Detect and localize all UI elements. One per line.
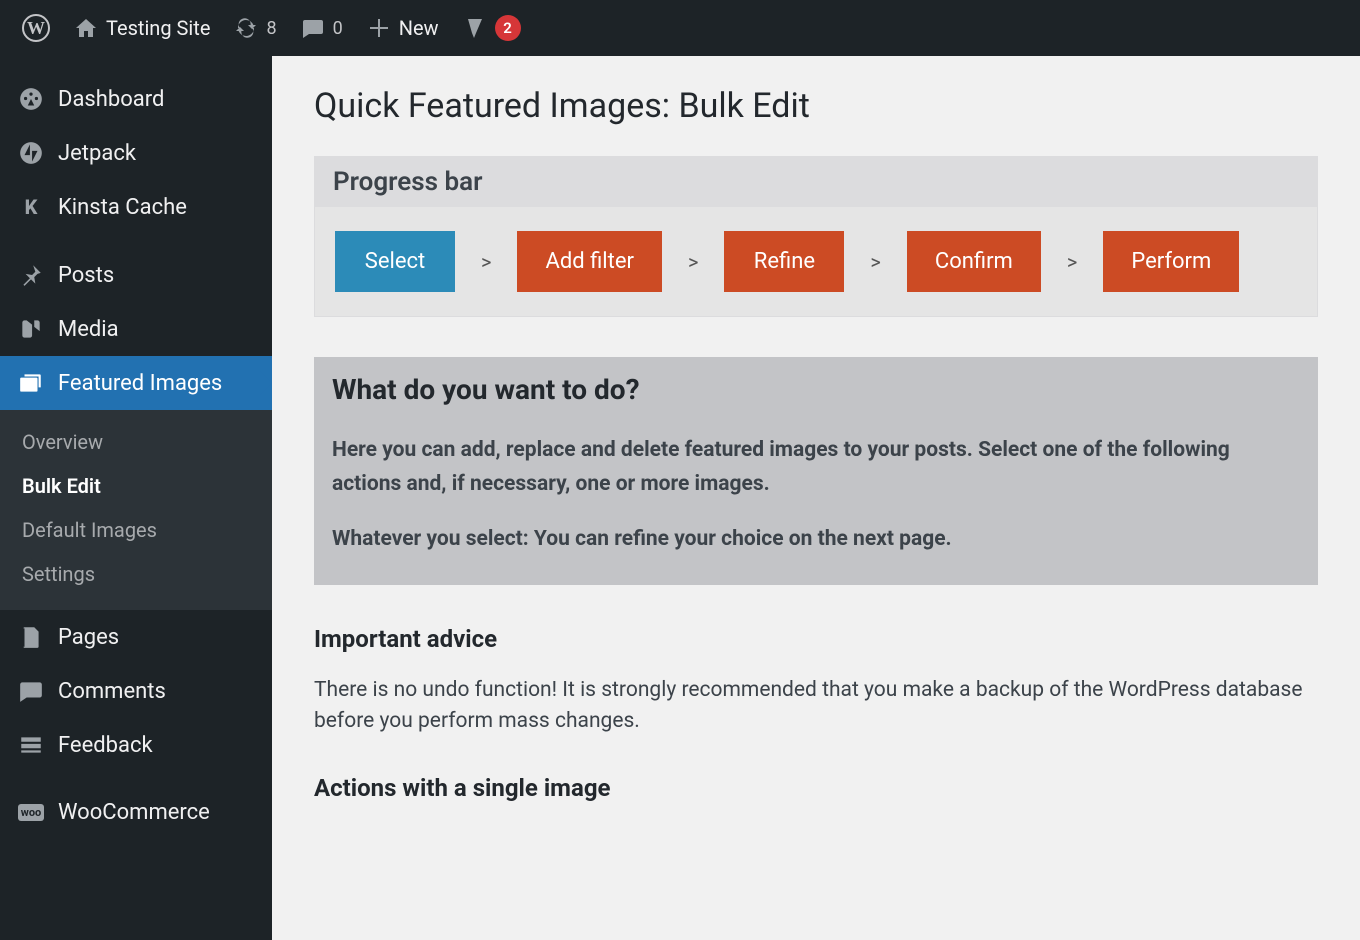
sidebar-item-comments[interactable]: Comments: [0, 664, 272, 718]
updates-menu[interactable]: 8: [222, 0, 288, 56]
intro-text-2: Whatever you select: You can refine your…: [332, 523, 1300, 557]
updates-count: 8: [266, 18, 276, 39]
sidebar-item-label: Jetpack: [58, 141, 136, 166]
yoast-badge: 2: [495, 15, 521, 41]
step-confirm[interactable]: Confirm: [907, 231, 1041, 292]
progress-steps: Select > Add filter > Refine > Confirm >…: [335, 231, 1317, 292]
site-name-label: Testing Site: [106, 16, 210, 40]
dashboard-icon: [18, 86, 44, 112]
yoast-icon: [463, 16, 487, 40]
sidebar-item-pages[interactable]: Pages: [0, 610, 272, 664]
comments-count: 0: [333, 18, 343, 39]
main-content: Quick Featured Images: Bulk Edit Progres…: [272, 56, 1360, 940]
sidebar-item-label: Media: [58, 317, 119, 342]
advice-section: Important advice There is no undo functi…: [314, 625, 1318, 738]
sidebar-item-kinsta[interactable]: K Kinsta Cache: [0, 180, 272, 234]
intro-text-1: Here you can add, replace and delete fea…: [332, 434, 1300, 501]
sidebar-item-feedback[interactable]: Feedback: [0, 718, 272, 772]
jetpack-icon: [18, 140, 44, 166]
sidebar-item-woocommerce[interactable]: woo WooCommerce: [0, 786, 272, 839]
actions-single-section: Actions with a single image: [314, 774, 1318, 802]
sidebar-item-label: Featured Images: [58, 371, 222, 396]
admin-toolbar: W Testing Site 8 0 New 2: [0, 0, 1360, 56]
kinsta-icon: K: [18, 194, 44, 220]
sidebar-item-posts[interactable]: Posts: [0, 248, 272, 302]
comment-icon: [301, 16, 325, 40]
submenu-overview[interactable]: Overview: [0, 420, 272, 464]
advice-text: There is no undo function! It is strongl…: [314, 675, 1318, 738]
sidebar-item-label: Posts: [58, 263, 114, 288]
sidebar-item-dashboard[interactable]: Dashboard: [0, 72, 272, 126]
step-add-filter[interactable]: Add filter: [517, 231, 661, 292]
woocommerce-icon: woo: [18, 804, 44, 821]
comments-icon: [18, 678, 44, 704]
submenu-default-images[interactable]: Default Images: [0, 508, 272, 552]
page-title: Quick Featured Images: Bulk Edit: [314, 86, 1318, 126]
intro-panel: What do you want to do? Here you can add…: [314, 357, 1318, 585]
sidebar-item-jetpack[interactable]: Jetpack: [0, 126, 272, 180]
admin-sidebar: Dashboard Jetpack K Kinsta Cache Posts M…: [0, 56, 272, 940]
actions-single-heading: Actions with a single image: [314, 774, 1318, 802]
sidebar-item-featured-images[interactable]: Featured Images: [0, 356, 272, 410]
sidebar-item-label: Pages: [58, 625, 119, 650]
step-separator: >: [1041, 250, 1103, 274]
advice-heading: Important advice: [314, 625, 1318, 653]
media-icon: [18, 316, 44, 342]
pin-icon: [18, 262, 44, 288]
sidebar-item-label: Comments: [58, 679, 166, 704]
images-icon: [18, 370, 44, 396]
home-icon: [74, 16, 98, 40]
wordpress-icon: W: [22, 14, 50, 42]
site-name-menu[interactable]: Testing Site: [62, 0, 222, 56]
step-select[interactable]: Select: [335, 231, 455, 292]
new-content-menu[interactable]: New: [355, 0, 451, 56]
wp-logo-menu[interactable]: W: [10, 0, 62, 56]
step-refine[interactable]: Refine: [724, 231, 844, 292]
step-separator: >: [662, 250, 724, 274]
intro-heading: What do you want to do?: [332, 373, 1300, 406]
submenu-settings[interactable]: Settings: [0, 552, 272, 596]
comments-menu[interactable]: 0: [289, 0, 355, 56]
submenu-bulk-edit[interactable]: Bulk Edit: [0, 464, 272, 508]
new-label: New: [399, 16, 439, 40]
sidebar-item-label: Dashboard: [58, 87, 164, 112]
step-separator: >: [455, 250, 517, 274]
sidebar-item-label: WooCommerce: [58, 800, 210, 825]
sidebar-item-label: Kinsta Cache: [58, 195, 187, 220]
update-icon: [234, 16, 258, 40]
sidebar-item-label: Feedback: [58, 733, 153, 758]
pages-icon: [18, 624, 44, 650]
step-separator: >: [844, 250, 906, 274]
sidebar-submenu: Overview Bulk Edit Default Images Settin…: [0, 410, 272, 610]
feedback-icon: [18, 732, 44, 758]
progress-panel-header: Progress bar: [315, 157, 1317, 207]
plus-icon: [367, 16, 391, 40]
step-perform[interactable]: Perform: [1103, 231, 1239, 292]
yoast-menu[interactable]: 2: [451, 0, 533, 56]
sidebar-item-media[interactable]: Media: [0, 302, 272, 356]
progress-panel: Progress bar Select > Add filter > Refin…: [314, 156, 1318, 317]
